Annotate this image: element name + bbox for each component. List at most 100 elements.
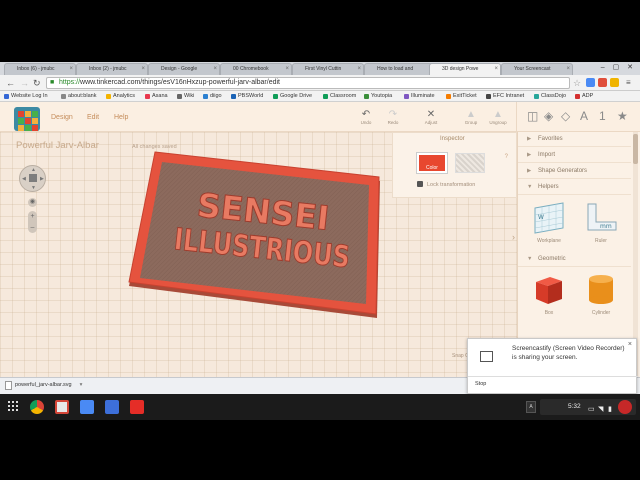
collapse-panel-icon[interactable]: › [512, 232, 515, 242]
orbit-up-icon[interactable]: ▲ [31, 167, 36, 173]
bookmark[interactable]: diigo [203, 91, 222, 101]
close-tab-icon[interactable]: × [141, 64, 145, 75]
browser-tab-active[interactable]: 3D design Powe × [429, 63, 501, 75]
address-bar[interactable]: ■ https://www.tinkercad.com/things/esV16n… [46, 77, 570, 89]
docs-icon[interactable] [105, 400, 119, 414]
extension-icon[interactable] [586, 78, 595, 87]
browser-tab[interactable]: 00 Chromebook × [220, 63, 292, 75]
box-shape[interactable]: Box [530, 272, 568, 316]
chrome-icon[interactable] [30, 400, 44, 414]
adjust-button[interactable]: ✕ Adjust [420, 109, 442, 125]
close-tab-icon[interactable]: × [285, 64, 289, 75]
notification-message: Screencastify (Screen Video Recorder) is… [512, 345, 625, 361]
bookmark-star-icon[interactable]: ☆ [573, 77, 581, 89]
browser-tab[interactable]: How to load and× [364, 63, 436, 75]
view-box-icon[interactable]: ◈ [544, 109, 553, 123]
close-tab-icon[interactable]: × [357, 64, 361, 75]
section-shape-generators[interactable]: ▶ Shape Generators [518, 164, 631, 179]
launcher-icon[interactable] [8, 401, 19, 412]
zoom-out-button[interactable]: – [28, 222, 37, 233]
close-icon[interactable]: × [628, 341, 632, 348]
browser-tab[interactable]: Your Screencast × [501, 63, 573, 75]
section-favorites[interactable]: ▶ Favorites [518, 132, 631, 147]
orbit-control[interactable]: ▲ ▼ ◀ ▶ [19, 165, 46, 192]
close-tab-icon[interactable]: × [69, 64, 73, 75]
bookmark[interactable]: Classroom [323, 91, 356, 101]
view-cube-icon[interactable]: ◫ [527, 109, 538, 123]
status-tray[interactable]: A 5:32 ▭ ◥ ▮ [526, 399, 636, 415]
tinkercad-editor: SENSEI ILLUSTRIOUS Design Edit Help ↶ Und… [0, 102, 640, 377]
chevron-right-icon: ▶ [527, 152, 532, 158]
menu-edit[interactable]: Edit [87, 114, 99, 121]
orbit-right-icon[interactable]: ▶ [40, 176, 44, 182]
bookmark[interactable]: Website Log In [4, 91, 48, 101]
zoom-in-button[interactable]: + [28, 211, 37, 222]
ime-indicator[interactable]: A [526, 401, 536, 413]
text-tool-icon[interactable]: A [580, 109, 588, 123]
bookmark[interactable]: about:blank [61, 91, 96, 101]
menu-help[interactable]: Help [114, 114, 128, 121]
star-icon[interactable]: ★ [617, 109, 628, 123]
browser-tab[interactable]: Design - Google × [148, 63, 220, 75]
bookmark[interactable]: Google Drive [273, 91, 312, 101]
chevron-right-icon: ▶ [527, 168, 532, 174]
bookmark[interactable]: Illuminate [404, 91, 435, 101]
hole-swatch-button[interactable] [455, 153, 485, 173]
browser-tab[interactable]: Inbox (2) - jmubc × [76, 63, 148, 75]
extension-icon[interactable] [610, 78, 619, 87]
fit-view-icon[interactable]: ◉ [28, 198, 37, 207]
help-icon[interactable]: ? [505, 154, 508, 160]
extension-icon[interactable] [598, 78, 607, 87]
reload-icon[interactable]: ↻ [33, 77, 41, 89]
ungroup-button[interactable]: ▲ Ungroup [487, 109, 509, 125]
number-tool-icon[interactable]: 1 [599, 109, 606, 123]
bookmark[interactable]: Wiki [177, 91, 194, 101]
back-arrow-icon[interactable]: ← [6, 77, 15, 89]
lock-transformation-toggle[interactable]: Lock transformation [417, 181, 475, 188]
browser-tab[interactable]: First Vinyl Cuttin × [292, 63, 364, 75]
bookmark[interactable]: ADP [575, 91, 593, 101]
download-item[interactable]: powerful_jarv-albar.svg ▾ [5, 381, 82, 390]
chrome-menu-icon[interactable]: ≡ [626, 77, 631, 89]
screencastify-recording-icon[interactable] [618, 400, 632, 414]
view-wire-icon[interactable]: ◇ [561, 109, 570, 123]
orbit-left-icon[interactable]: ◀ [22, 176, 26, 182]
redo-button[interactable]: ↷ Redo [382, 109, 404, 125]
youtube-icon [296, 67, 302, 73]
orbit-down-icon[interactable]: ▼ [31, 185, 36, 191]
bookmark[interactable]: ExitTicket [446, 91, 477, 101]
browser-tab[interactable]: Inbox (6) - jmubc × [4, 63, 76, 75]
bookmark[interactable]: EFC Intranet [486, 91, 524, 101]
menu-design[interactable]: Design [51, 114, 73, 121]
close-tab-icon[interactable]: × [213, 64, 217, 75]
workplane-helper[interactable]: W Workplane [530, 200, 568, 244]
bookmark[interactable]: Youtopia [364, 91, 392, 101]
gmail-icon[interactable] [55, 400, 69, 414]
bookmark[interactable]: ClassDojo [534, 91, 566, 101]
cylinder-shape[interactable]: Cylinder [582, 272, 620, 316]
section-import[interactable]: ▶ Import [518, 148, 631, 163]
stop-sharing-button[interactable]: Stop [475, 381, 486, 387]
color-swatch-button[interactable]: Color [417, 153, 447, 173]
close-tab-icon[interactable]: × [566, 64, 570, 75]
section-geometric[interactable]: ▼ Geometric [518, 252, 631, 267]
design-title[interactable]: Powerful Jarv-Albar [16, 140, 99, 151]
tinkercad-logo[interactable] [14, 107, 40, 131]
forward-arrow-icon[interactable]: → [20, 77, 29, 89]
youtube-icon[interactable] [130, 400, 144, 414]
group-button[interactable]: ▲ Group [460, 109, 482, 125]
bookmark[interactable]: PBSWorld [231, 91, 263, 101]
google-search-icon[interactable] [80, 400, 94, 414]
bookmark[interactable]: Analytics [106, 91, 135, 101]
section-helpers[interactable]: ▼ Helpers [518, 180, 631, 195]
illuminate-icon [404, 94, 409, 99]
workplane-shape-icon: W [532, 200, 566, 234]
bookmark[interactable]: Asana [145, 91, 168, 101]
chevron-down-icon[interactable]: ▾ [80, 382, 83, 388]
undo-button[interactable]: ↶ Undo [355, 109, 377, 125]
window-controls[interactable]: ‒ ▢ ✕ [601, 63, 636, 71]
ruler-helper[interactable]: mm Ruler [582, 200, 620, 244]
scrollbar-thumb[interactable] [633, 134, 638, 164]
home-view-icon[interactable] [29, 174, 37, 182]
close-tab-icon[interactable]: × [494, 64, 498, 75]
